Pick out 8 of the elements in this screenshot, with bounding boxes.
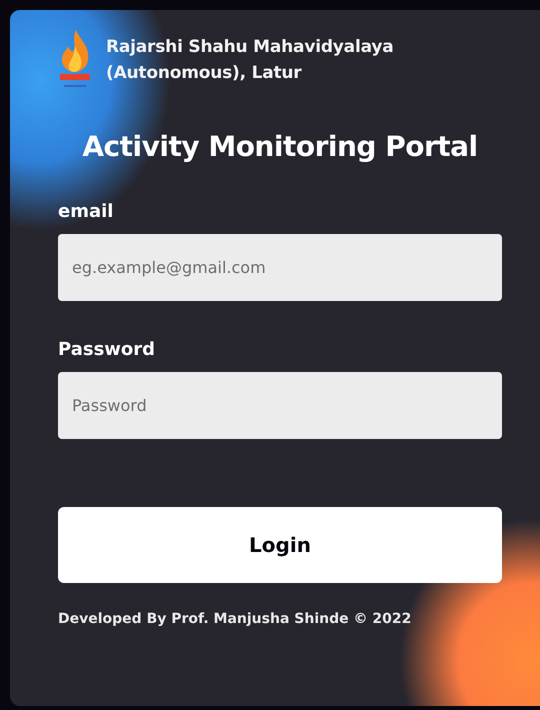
input-field[interactable]: Password <box>58 372 502 439</box>
college-name: Rajarshi Shahu Mahavidyalaya <box>106 36 394 58</box>
input-field[interactable]: eg.example@gmail.com <box>58 234 502 301</box>
footer-credit: Developed By Prof. Manjusha Shinde © 2022 <box>58 611 412 627</box>
field-label: email <box>58 201 114 222</box>
login-button[interactable]: Login <box>58 507 502 583</box>
portal-title: Activity Monitoring Portal <box>81 130 479 163</box>
field-label: Password <box>58 339 156 360</box>
